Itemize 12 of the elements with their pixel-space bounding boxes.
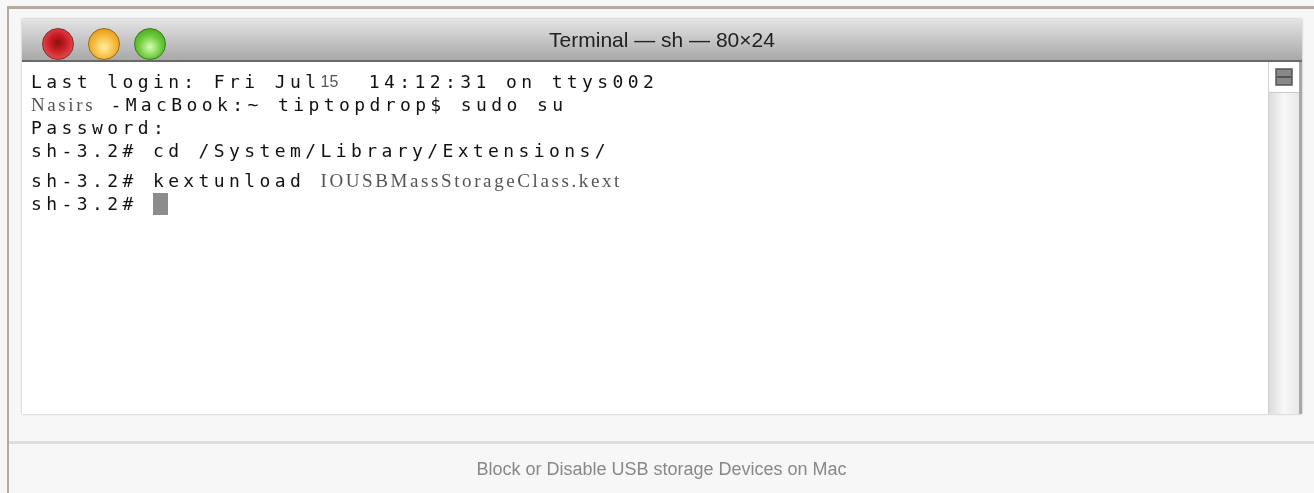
zoom-button[interactable] — [134, 28, 166, 60]
terminal-line: sh-3.2# — [31, 192, 1268, 215]
terminal-line: sh-3.2# kextunload IOUSBMassStorageClass.kext — [31, 169, 623, 192]
caption: Block or Disable USB storage Devices on Mac — [476, 458, 847, 481]
terminal-line: sh-3.2# cd /System/Library/Extensions/ — [31, 139, 611, 162]
close-button[interactable] — [42, 28, 74, 60]
minimize-button[interactable] — [88, 28, 120, 60]
split-pane-icon[interactable] — [1275, 68, 1293, 86]
terminal-line: Password: — [31, 116, 170, 139]
terminal-line: Nasirs -MacBook:~ tiptopdrop$ sudo su — [31, 93, 569, 116]
window-title: Terminal — sh — 80×24 — [549, 26, 775, 53]
terminal-line: Last login: Fri Jul 15 14:12:31 on ttys002 — [31, 70, 660, 93]
